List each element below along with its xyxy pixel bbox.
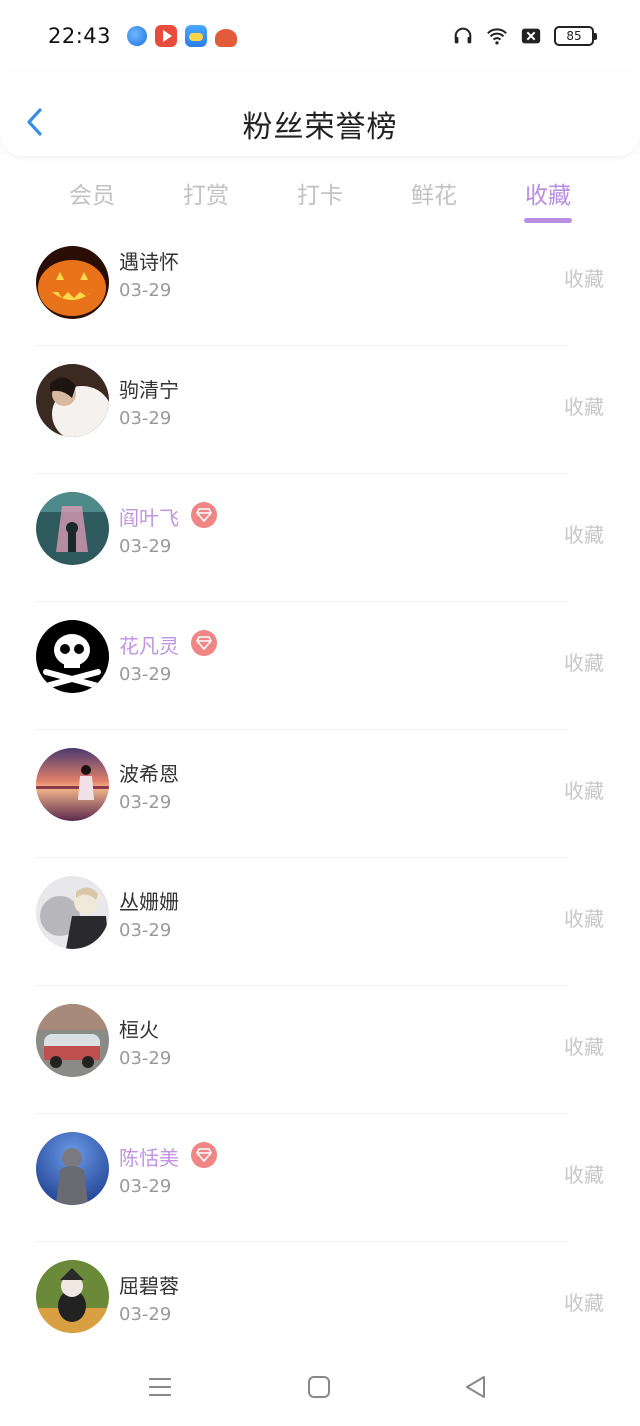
page-title: 粉丝荣誉榜	[242, 110, 398, 145]
fav-date: 03-29	[119, 1304, 172, 1325]
back-triangle-icon[interactable]	[463, 1374, 489, 1400]
favorite-label: 收藏	[564, 907, 604, 931]
list-item[interactable]: 桓火 03-29 收藏	[0, 986, 640, 1114]
diamond-icon	[191, 502, 217, 528]
favorite-label: 收藏	[564, 779, 604, 803]
sim-disabled-icon	[521, 28, 541, 44]
fav-date: 03-29	[119, 792, 172, 813]
sunset-avatar	[36, 748, 109, 821]
user-name: 屈碧蓉	[119, 1274, 179, 1298]
fav-date: 03-29	[119, 280, 172, 301]
pumpkin-avatar	[36, 246, 109, 319]
tab-tip[interactable]: 打赏	[156, 176, 256, 210]
favorite-label: 收藏	[564, 1163, 604, 1187]
screen: 22:43 85 粉丝荣誉榜 会员 打赏 打卡 鲜花 收藏 遇诗怀 03-29 …	[0, 0, 640, 1426]
video-icon	[155, 25, 178, 47]
user-name: 遇诗怀	[119, 250, 179, 274]
user-name: 桓火	[119, 1018, 159, 1042]
list-item[interactable]: 丛姗姗 03-29 收藏	[0, 858, 640, 986]
wifi-icon	[487, 28, 507, 45]
diamond-icon	[191, 1142, 217, 1168]
fav-date: 03-29	[119, 536, 172, 557]
list-item[interactable]: 屈碧蓉 03-29 收藏	[0, 1242, 640, 1354]
tab-member[interactable]: 会员	[42, 176, 142, 210]
favorite-label: 收藏	[564, 267, 604, 291]
system-nav-bar	[0, 1354, 640, 1426]
figure-avatar	[36, 492, 109, 565]
anime-avatar	[36, 876, 109, 949]
battery-icon: 85	[554, 26, 597, 46]
list-item[interactable]: 阎叶飞 03-29 收藏	[0, 474, 640, 602]
diamond-icon	[191, 630, 217, 656]
notification-app-icons	[127, 25, 238, 47]
browser-icon	[127, 26, 148, 46]
status-bar: 22:43 85	[0, 0, 640, 72]
game-icon	[215, 29, 238, 47]
header: 粉丝荣誉榜	[0, 72, 640, 156]
user-name: 阎叶飞	[119, 506, 179, 530]
buddha-avatar	[36, 1132, 109, 1205]
menu-icon[interactable]	[147, 1374, 173, 1400]
list-item[interactable]: 遇诗怀 03-29 收藏	[0, 244, 640, 346]
headphones-icon	[454, 27, 472, 44]
favorite-label: 收藏	[564, 1291, 604, 1315]
tab-active-indicator	[524, 218, 572, 223]
user-name: 花凡灵	[119, 634, 179, 658]
fan-list: 遇诗怀 03-29 收藏 驹清宁 03-29 收藏 阎叶飞 03-29 收藏 花…	[0, 244, 640, 1354]
fav-date: 03-29	[119, 1176, 172, 1197]
tab-favorites[interactable]: 收藏	[498, 176, 598, 210]
user-name: 丛姗姗	[119, 890, 179, 914]
status-time: 22:43	[48, 24, 112, 48]
tab-checkin[interactable]: 打卡	[270, 176, 370, 210]
cat-avatar	[36, 1260, 109, 1333]
system-status: 85	[452, 25, 597, 47]
fav-date: 03-29	[119, 1048, 172, 1069]
favorite-label: 收藏	[564, 1035, 604, 1059]
home-icon[interactable]	[306, 1374, 332, 1400]
list-item[interactable]: 陈恬美 03-29 收藏	[0, 1114, 640, 1242]
user-name: 波希恩	[119, 762, 179, 786]
list-item[interactable]: 波希恩 03-29 收藏	[0, 730, 640, 858]
list-item[interactable]: 花凡灵 03-29 收藏	[0, 602, 640, 730]
fav-date: 03-29	[119, 920, 172, 941]
favorite-label: 收藏	[564, 523, 604, 547]
list-item[interactable]: 驹清宁 03-29 收藏	[0, 346, 640, 474]
van-avatar	[36, 1004, 109, 1077]
person-avatar	[36, 364, 109, 437]
user-name: 驹清宁	[119, 378, 179, 402]
fav-date: 03-29	[119, 664, 172, 685]
favorite-label: 收藏	[564, 651, 604, 675]
tab-bar: 会员 打赏 打卡 鲜花 收藏	[0, 166, 640, 226]
tab-flowers[interactable]: 鲜花	[384, 176, 484, 210]
user-name: 陈恬美	[119, 1146, 179, 1170]
skull-avatar	[36, 620, 109, 693]
fav-date: 03-29	[119, 408, 172, 429]
weather-icon	[185, 25, 208, 47]
favorite-label: 收藏	[564, 395, 604, 419]
